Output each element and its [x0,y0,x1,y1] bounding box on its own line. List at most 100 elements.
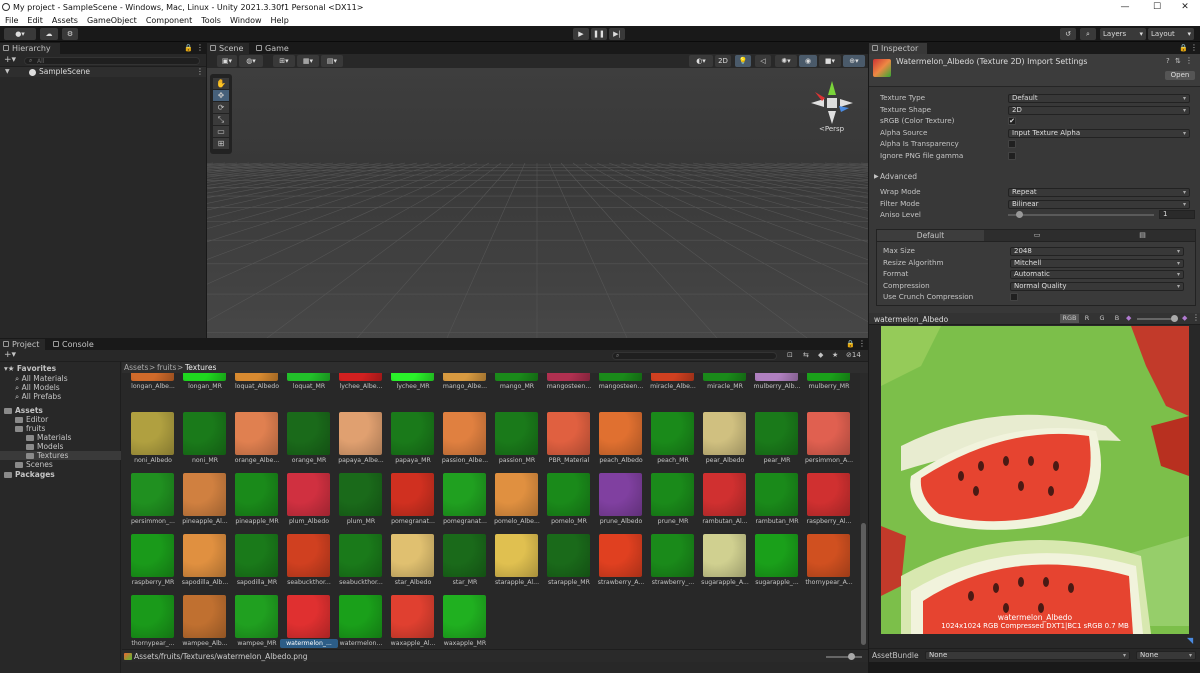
asset-thumbnail[interactable] [547,373,590,381]
scrollbar-thumb[interactable] [861,523,866,645]
asset-thumbnail[interactable] [235,473,278,516]
asset-thumbnail[interactable] [599,473,642,516]
pause-button[interactable]: ❚❚ [591,28,607,40]
menu-gameobject[interactable]: GameObject [87,16,137,25]
asset-thumbnail[interactable] [443,595,486,638]
asset-thumbnail[interactable] [183,473,226,516]
asset-thumbnail[interactable] [131,534,174,577]
mip-slider[interactable] [1137,315,1178,322]
asset-thumbnail[interactable] [807,534,850,577]
setting-dropdown[interactable]: Automatic ▾ [1010,270,1184,280]
help-icon[interactable]: ? [1166,57,1170,65]
asset-label[interactable]: strawberry_... [644,578,702,587]
hand-tool[interactable]: ✋ [213,78,229,89]
lock-icon[interactable]: 🔒 [846,340,855,348]
asset-thumbnail[interactable] [703,534,746,577]
menu-window[interactable]: Window [230,16,262,25]
preset-icon[interactable]: ⇅ [1175,57,1181,65]
play-button[interactable]: ▶ [573,28,589,40]
platform-tab-webgl[interactable]: ▤ [1090,230,1195,241]
asset-label[interactable]: noni_MR [176,456,234,465]
asset-label[interactable]: pomelo_Albe... [488,517,546,526]
more-icon[interactable]: ⋮ [1190,43,1198,52]
tab-project[interactable]: Project [0,339,45,350]
asset-label[interactable]: sapodilla_MR [228,578,286,587]
asset-label[interactable]: prune_MR [644,517,702,526]
menu-help[interactable]: Help [271,16,289,25]
tab-console[interactable]: Console [50,339,94,350]
setting-checkbox[interactable] [1010,293,1018,302]
asset-label[interactable]: PBR_Material [540,456,598,465]
rect-tool[interactable]: ▭ [213,126,229,137]
scene-row[interactable]: ▼ SampleScene ⋮ [0,67,206,77]
asset-label[interactable]: watermelon... [332,639,390,648]
asset-label[interactable]: mulberry_Alb... [748,382,806,391]
pivot-button[interactable]: ⊞▾ [273,55,295,67]
scene-viewport[interactable]: ✋ ✥ ⟳ ⤡ ▭ ⊞ <Persp [207,68,868,338]
add-icon[interactable]: +▾ [4,55,16,65]
asset-thumbnail[interactable] [599,373,642,381]
asset-thumbnail[interactable] [391,373,434,381]
snap-increment-button[interactable]: ▤▾ [321,55,343,67]
asset-label[interactable]: loquat_MR [280,382,338,391]
asset-thumbnail[interactable] [807,373,850,381]
more-icon[interactable]: ⋮ [196,67,204,76]
asset-label[interactable]: mango_MR [488,382,546,391]
asset-label[interactable]: thornypear_... [124,639,182,648]
asset-thumbnail[interactable] [755,473,798,516]
asset-thumbnail[interactable] [235,595,278,638]
asset-thumbnail[interactable] [131,412,174,455]
asset-thumbnail[interactable] [287,373,330,381]
assetbundle-variant-dropdown[interactable]: None ▾ [1136,651,1196,660]
asset-thumbnail[interactable] [807,473,850,516]
asset-thumbnail[interactable] [703,373,746,381]
asset-thumbnail[interactable] [235,412,278,455]
tree-item[interactable]: ⌕ All Materials [0,374,121,383]
asset-thumbnail[interactable] [235,534,278,577]
hidden-packages-icon[interactable]: ⊘14 [846,351,861,359]
asset-label[interactable]: waxapple_Al... [384,639,442,648]
asset-label[interactable]: strawberry_A... [592,578,650,587]
asset-label[interactable]: raspberry_MR [124,578,182,587]
tree-item[interactable]: ▾★ Favorites [0,364,121,373]
camera-button[interactable]: ■▾ [819,55,841,67]
rgb-channel-button[interactable]: RGB [1060,314,1079,323]
setting-dropdown[interactable]: 2048 ▾ [1010,247,1184,256]
asset-label[interactable]: lychee_MR [384,382,442,391]
aniso-slider-handle[interactable] [1016,211,1023,218]
asset-label[interactable]: prune_Albedo [592,517,650,526]
search-button[interactable]: ⌕ [1080,28,1096,40]
setting-dropdown[interactable]: Repeat ▾ [1008,188,1190,197]
more-icon[interactable]: ⋮ [1192,313,1200,322]
layers-dropdown[interactable]: Layers ▾ [1100,28,1146,40]
search-by-label-icon[interactable]: ⇆ [803,351,809,359]
tag-icon[interactable]: ◆ [818,351,823,359]
scale-tool[interactable]: ⤡ [213,114,229,125]
breadcrumb-textures[interactable]: Textures [185,363,216,372]
asset-label[interactable]: rambutan_Al... [696,517,754,526]
asset-thumbnail[interactable] [599,534,642,577]
asset-thumbnail[interactable] [495,473,538,516]
maximize-button[interactable]: ☐ [1142,0,1172,14]
gizmos-button[interactable]: ⊕▾ [843,55,865,67]
mip-slider-handle[interactable] [1171,315,1178,322]
tree-item[interactable]: ⌕ All Prefabs [0,392,121,401]
menu-tools[interactable]: Tools [201,16,221,25]
shading-button[interactable]: ◐▾ [689,55,713,67]
more-icon[interactable]: ⋮ [1185,56,1193,65]
asset-thumbnail[interactable] [755,373,798,381]
r-channel-button[interactable]: R [1082,314,1092,323]
asset-thumbnail[interactable] [391,412,434,455]
asset-label[interactable]: passion_MR [488,456,546,465]
asset-label[interactable]: plum_MR [332,517,390,526]
asset-thumbnail[interactable] [703,473,746,516]
audio-toggle[interactable]: ◁ [755,55,771,67]
asset-thumbnail[interactable] [547,534,590,577]
asset-thumbnail[interactable] [443,373,486,381]
transform-tool[interactable]: ⊞ [213,138,229,149]
open-button[interactable]: Open [1165,71,1195,80]
asset-thumbnail[interactable] [183,412,226,455]
tab-inspector[interactable]: Inspector [869,43,927,54]
asset-label[interactable]: papaya_MR [384,456,442,465]
asset-thumbnail[interactable] [339,534,382,577]
